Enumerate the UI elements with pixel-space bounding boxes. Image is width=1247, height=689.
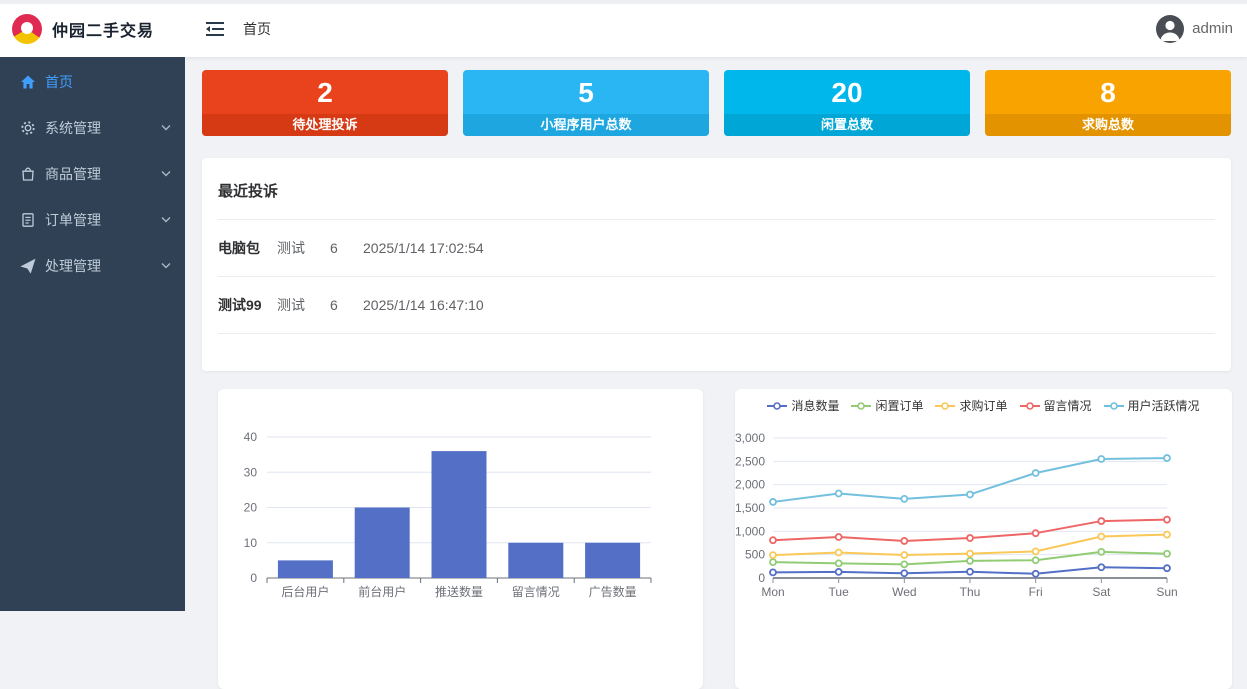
browser-top-strip	[0, 0, 1247, 4]
svg-text:广告数量: 广告数量	[589, 584, 637, 599]
svg-text:40: 40	[244, 430, 258, 444]
stat-card-pending-complaints: 2 待处理投诉	[202, 70, 448, 136]
svg-text:后台用户: 后台用户	[281, 584, 329, 599]
sidebar-item-label: 订单管理	[45, 210, 161, 230]
stat-label: 求购总数	[985, 114, 1231, 136]
svg-text:Wed: Wed	[892, 585, 916, 599]
stat-label: 待处理投诉	[202, 114, 448, 136]
complaint-row: 电脑包 测试 6 2025/1/14 17:02:54	[202, 220, 1231, 276]
avatar	[1156, 15, 1184, 43]
stat-value: 8	[985, 70, 1231, 114]
app-logo-icon	[12, 14, 42, 44]
svg-text:1,000: 1,000	[735, 524, 765, 538]
sidebar-menu: 首页 系统管理 商品管理	[0, 57, 185, 289]
bar-chart: 0 10 20 30 40 后台用户 前台用户 推送数量 留言情况 广告数量	[218, 389, 703, 689]
chevron-down-icon	[161, 170, 171, 178]
stat-label: 小程序用户总数	[463, 114, 709, 136]
svg-text:Sun: Sun	[1156, 585, 1177, 599]
sidebar-item-label: 系统管理	[45, 118, 161, 138]
username: admin	[1192, 20, 1233, 37]
bar-chart-card: 0 10 20 30 40 后台用户 前台用户 推送数量 留言情况 广告数量	[218, 389, 703, 689]
panel-title: 最近投诉	[202, 158, 1231, 219]
sidebar-item-label: 处理管理	[45, 256, 161, 276]
sidebar-item-goods[interactable]: 商品管理	[0, 151, 185, 197]
svg-text:3,000: 3,000	[735, 431, 765, 445]
home-icon	[20, 74, 36, 90]
svg-text:2,500: 2,500	[735, 454, 765, 468]
app-title: 仲园二手交易	[52, 17, 154, 41]
svg-text:Thu: Thu	[960, 585, 981, 599]
complaint-count: 6	[330, 297, 363, 313]
complaint-name: 电脑包	[218, 238, 277, 258]
stat-value: 20	[724, 70, 970, 114]
stat-label: 闲置总数	[724, 114, 970, 136]
sidebar: 仲园二手交易 首页 系统管理	[0, 0, 185, 611]
sidebar-item-label: 商品管理	[45, 164, 161, 184]
complaint-count: 6	[330, 240, 363, 256]
chevron-down-icon	[161, 124, 171, 132]
chevron-down-icon	[161, 216, 171, 224]
chevron-down-icon	[161, 262, 171, 270]
svg-text:2,000: 2,000	[735, 478, 765, 492]
user-menu[interactable]: admin	[1156, 15, 1233, 43]
svg-text:30: 30	[244, 465, 258, 479]
stat-card-wanted-total: 8 求购总数	[985, 70, 1231, 136]
sidebar-item-home[interactable]: 首页	[0, 59, 185, 105]
sidebar-item-system[interactable]: 系统管理	[0, 105, 185, 151]
sidebar-item-handling[interactable]: 处理管理	[0, 243, 185, 289]
breadcrumb[interactable]: 首页	[243, 19, 271, 39]
document-icon	[20, 212, 36, 228]
logo-area: 仲园二手交易	[0, 0, 185, 57]
send-icon	[20, 258, 36, 274]
topbar: 首页 admin	[185, 0, 1247, 57]
svg-text:Fri: Fri	[1029, 585, 1043, 599]
svg-text:20: 20	[244, 501, 258, 515]
stat-card-idle-total: 20 闲置总数	[724, 70, 970, 136]
stats-row: 2 待处理投诉 5 小程序用户总数 20 闲置总数 8 求购总数	[202, 70, 1231, 136]
svg-text:Tue: Tue	[829, 585, 850, 599]
complaint-time: 2025/1/14 17:02:54	[363, 240, 484, 256]
main-content: 2 待处理投诉 5 小程序用户总数 20 闲置总数 8 求购总数 最近投诉 电脑…	[185, 57, 1247, 611]
shopping-bag-icon	[20, 166, 36, 182]
sidebar-item-orders[interactable]: 订单管理	[0, 197, 185, 243]
gear-icon	[20, 120, 36, 136]
line-chart: 0 500 1,000 1,500 2,000 2,500 3,000 Mon Tue Wed Th…	[735, 389, 1232, 689]
complaint-type: 测试	[277, 295, 330, 315]
svg-text:Mon: Mon	[761, 585, 784, 599]
svg-text:留言情况: 留言情况	[512, 585, 560, 599]
svg-text:500: 500	[745, 548, 765, 562]
stat-value: 5	[463, 70, 709, 114]
line-chart-card: 消息数量闲置订单求购订单留言情况用户活跃情况 05001,0001,5002,0…	[735, 389, 1232, 689]
svg-text:0: 0	[250, 571, 257, 585]
svg-text:0: 0	[758, 571, 765, 585]
complaint-name: 测试99	[218, 295, 277, 315]
sidebar-item-label: 首页	[45, 72, 171, 92]
recent-complaints-panel: 最近投诉 电脑包 测试 6 2025/1/14 17:02:54 测试99 测试…	[202, 158, 1231, 371]
divider	[218, 333, 1215, 334]
svg-text:前台用户: 前台用户	[358, 584, 406, 599]
svg-text:推送数量: 推送数量	[435, 584, 483, 599]
complaint-type: 测试	[277, 238, 330, 258]
stat-card-miniapp-users: 5 小程序用户总数	[463, 70, 709, 136]
complaint-row: 测试99 测试 6 2025/1/14 16:47:10	[202, 277, 1231, 333]
svg-text:10: 10	[244, 536, 258, 550]
stat-value: 2	[202, 70, 448, 114]
complaint-time: 2025/1/14 16:47:10	[363, 297, 484, 313]
svg-text:1,500: 1,500	[735, 501, 765, 515]
sidebar-collapse-icon[interactable]	[205, 21, 225, 37]
svg-text:Sat: Sat	[1092, 585, 1111, 599]
